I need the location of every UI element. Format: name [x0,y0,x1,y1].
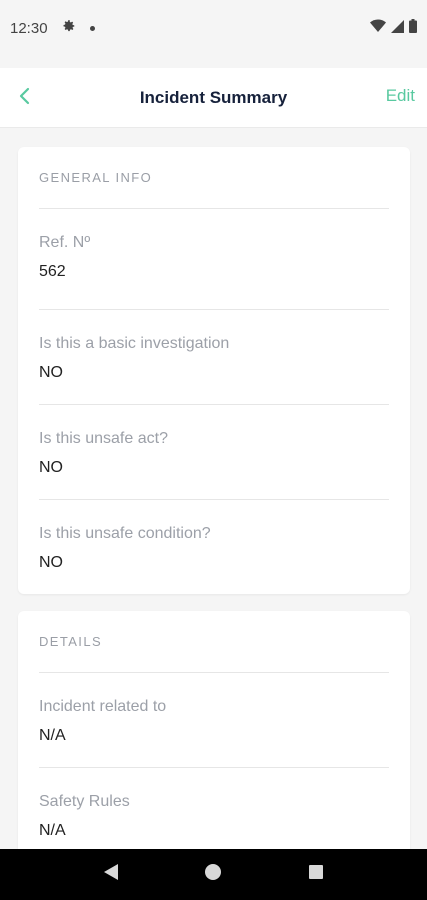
field-value: N/A [39,727,66,744]
field-label: Incident related to [39,698,167,715]
details-card: DETAILS Incident related to N/A Safety R… [18,611,410,849]
status-time: 12:30 [10,19,48,37]
field-unsafe-act: Is this unsafe act? NO [39,405,389,500]
field-label: Is this unsafe act? [39,430,168,447]
field-value: N/A [39,822,66,839]
field-basic-investigation: Is this a basic investigation NO [39,310,389,405]
field-label: Is this unsafe condition? [39,525,211,542]
field-label: Safety Rules [39,793,130,810]
field-label: Ref. Nº [39,234,91,251]
field-safety-rules: Safety Rules N/A [39,768,389,849]
nav-recents-button[interactable] [296,855,336,895]
wifi-icon [370,19,386,37]
field-incident-related-to: Incident related to N/A [39,673,389,768]
field-value: NO [39,554,63,571]
back-triangle-icon [103,863,119,886]
notification-dot-icon [89,25,95,31]
section-header-general-info: GENERAL INFO [39,147,389,209]
home-circle-icon [204,863,222,886]
field-value: NO [39,459,63,476]
field-ref-no: Ref. Nº 562 [39,209,389,310]
content-scroll[interactable]: GENERAL INFO Ref. Nº 562 Is this a basic… [0,129,427,849]
recents-square-icon [308,864,324,885]
field-unsafe-condition: Is this unsafe condition? NO [39,500,389,595]
back-button[interactable] [10,83,40,113]
field-value: NO [39,364,63,381]
app-bar: Incident Summary Edit [0,68,427,128]
nav-home-button[interactable] [193,855,233,895]
nav-back-button[interactable] [91,855,131,895]
section-header-details: DETAILS [39,611,389,673]
field-label: Is this a basic investigation [39,335,230,352]
page-title: Incident Summary [139,87,288,107]
chevron-left-icon [19,87,31,110]
status-bar: 12:30 [0,0,427,56]
system-nav-bar [0,849,427,900]
general-info-card: GENERAL INFO Ref. Nº 562 Is this a basic… [18,147,410,594]
field-value: 562 [39,263,66,280]
cell-signal-icon [391,19,404,37]
battery-icon [409,19,417,37]
settings-gear-icon [62,19,76,37]
edit-button[interactable]: Edit [386,86,415,106]
